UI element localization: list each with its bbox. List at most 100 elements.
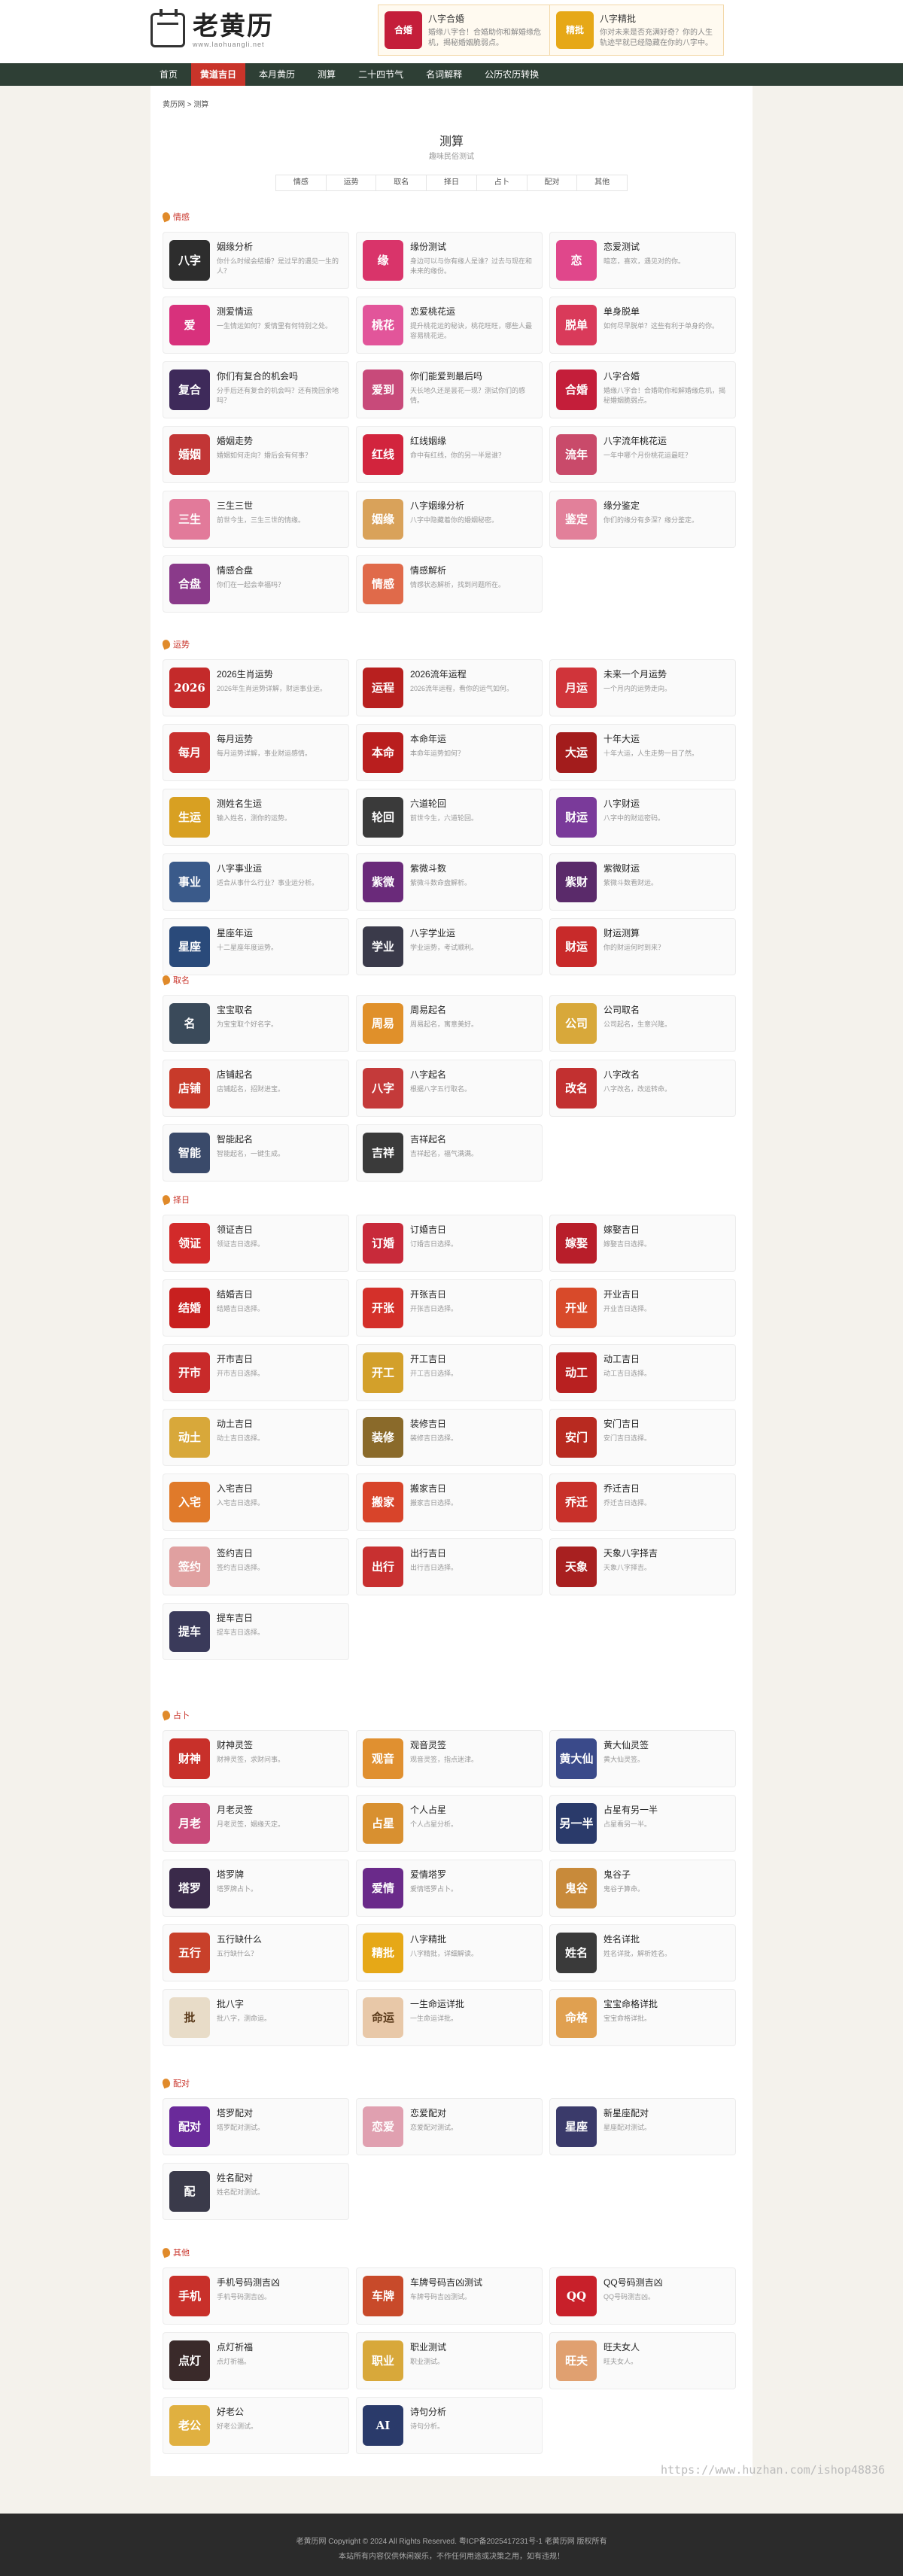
tab-1[interactable]: 运势 (327, 175, 377, 190)
card[interactable]: 配对 塔罗配对 塔罗配对测试。 (163, 2098, 349, 2155)
promo-card[interactable]: 合婚 八字合婚 婚缘八字合！合婚助你和解婚缘危机，揭秘婚姻脆弱点。 (378, 5, 552, 56)
card[interactable]: 生运 测姓名生运 输入姓名，测你的运势。 (163, 789, 349, 846)
card[interactable]: 老公 好老公 好老公测试。 (163, 2397, 349, 2454)
card[interactable]: 命运 一生命运详批 一生命运详批。 (356, 1989, 543, 2046)
card[interactable]: 搬家 搬家吉日 搬家吉日选择。 (356, 1474, 543, 1531)
card[interactable]: 吉祥 吉祥起名 吉祥起名，福气满满。 (356, 1124, 543, 1182)
card[interactable]: 动土 动土吉日 动土吉日选择。 (163, 1409, 349, 1466)
card[interactable]: 五行 五行缺什么 五行缺什么？ (163, 1924, 349, 1981)
card[interactable]: 名宝宝取名 为宝宝取个好名字。 (163, 995, 349, 1052)
card[interactable]: 黄大仙 黄大仙灵签 黄大仙灵签。 (549, 1730, 736, 1787)
card[interactable]: 订婚 订婚吉日 订婚吉日选择。 (356, 1215, 543, 1272)
card[interactable]: QQ QQ号码测吉凶 QQ号码测吉凶。 (549, 2267, 736, 2325)
card[interactable]: 命格 宝宝命格详批 宝宝命格详批。 (549, 1989, 736, 2046)
card[interactable]: 紫财 紫微财运 紫微斗数看财运。 (549, 853, 736, 911)
card[interactable]: 改名 八字改名 八字改名，改运转命。 (549, 1060, 736, 1117)
card[interactable]: 领证 领证吉日 领证吉日选择。 (163, 1215, 349, 1272)
card[interactable]: 合盘 情感合盘 你们在一起会幸福吗？ (163, 555, 349, 613)
card[interactable]: 八字 八字起名 根据八字五行取名。 (356, 1060, 543, 1117)
card[interactable]: 事业 八字事业运 适合从事什么行业？事业运分析。 (163, 853, 349, 911)
tab-5[interactable]: 配对 (528, 175, 578, 190)
card[interactable]: 八字 姻缘分析 你什么时候会结婚？是过早的遇见一生的人？ (163, 232, 349, 289)
card[interactable]: 本命 本命年运 本命年运势如何？ (356, 724, 543, 781)
card[interactable]: 点灯 点灯祈福 点灯祈福。 (163, 2332, 349, 2389)
card[interactable]: 占星 个人占星 个人占星分析。 (356, 1795, 543, 1852)
card[interactable]: 爱到 你们能爱到最后吗 天长地久还是昙花一现？测试你们的感情。 (356, 361, 543, 418)
card[interactable]: 红线 红线姻缘 命中有红线，你的另一半是谁？ (356, 426, 543, 483)
nav-item[interactable]: 黄道吉日 (191, 63, 246, 86)
card[interactable]: 财运 八字财运 八字中的财运密码。 (549, 789, 736, 846)
nav-item[interactable]: 二十四节气 (349, 63, 412, 86)
card[interactable]: 姓名 姓名详批 姓名详批，解析姓名。 (549, 1924, 736, 1981)
card[interactable]: AI 诗句分析 诗句分析。 (356, 2397, 543, 2454)
card[interactable]: 星座 新星座配对 星座配对测试。 (549, 2098, 736, 2155)
card[interactable]: 爱情 爱情塔罗 爱情塔罗占卜。 (356, 1860, 543, 1917)
card[interactable]: 鬼谷 鬼谷子 鬼谷子算命。 (549, 1860, 736, 1917)
card[interactable]: 三生 三生三世 前世今生，三生三世的情缘。 (163, 491, 349, 548)
card[interactable]: 开工 开工吉日 开工吉日选择。 (356, 1344, 543, 1401)
card[interactable]: 桃花 恋爱桃花运 提升桃花运的秘诀，桃花旺旺，哪些人最容易桃花运。 (356, 297, 543, 354)
card[interactable]: 轮回 六道轮回 前世今生，六道轮回。 (356, 789, 543, 846)
card[interactable]: 开市 开市吉日 开市吉日选择。 (163, 1344, 349, 1401)
card[interactable]: 大运 十年大运 十年大运，人生走势一目了然。 (549, 724, 736, 781)
card[interactable]: 恋恋爱测试 暗恋，喜欢，遇见对的你。 (549, 232, 736, 289)
nav-item[interactable]: 公历农历转换 (476, 63, 548, 86)
card[interactable]: 学业 八字学业运 学业运势，考试顺利。 (356, 918, 543, 975)
card[interactable]: 签约 签约吉日 签约吉日选择。 (163, 1538, 349, 1595)
card[interactable]: 出行 出行吉日 出行吉日选择。 (356, 1538, 543, 1595)
card[interactable]: 乔迁 乔迁吉日 乔迁吉日选择。 (549, 1474, 736, 1531)
tab-3[interactable]: 择日 (427, 175, 477, 190)
tab-2[interactable]: 取名 (376, 175, 427, 190)
card[interactable]: 爱测爱情运 一生情运如何？爱情里有何特别之处。 (163, 297, 349, 354)
card[interactable]: 财神 财神灵签 财神灵签，求财问事。 (163, 1730, 349, 1787)
card[interactable]: 紫微 紫微斗数 紫微斗数命盘解析。 (356, 853, 543, 911)
card[interactable]: 复合 你们有复合的机会吗 分手后还有复合的机会吗？还有挽回余地吗？ (163, 361, 349, 418)
card[interactable]: 配姓名配对 姓名配对测试。 (163, 2163, 349, 2220)
card[interactable]: 公司 公司取名 公司起名，生意兴隆。 (549, 995, 736, 1052)
card[interactable]: 合婚 八字合婚 婚缘八字合！合婚助你和解婚缘危机，揭秘婚姻脆弱点。 (549, 361, 736, 418)
card[interactable]: 职业 职业测试 职业测试。 (356, 2332, 543, 2389)
card[interactable]: 安门 安门吉日 安门吉日选择。 (549, 1409, 736, 1466)
site-logo[interactable]: 老黄历 www.laohuangli.net (150, 9, 274, 48)
card[interactable]: 财运 财运测算 你的财运何时到来？ (549, 918, 736, 975)
nav-item[interactable]: 测算 (309, 63, 345, 86)
card[interactable]: 提车 提车吉日 提车吉日选择。 (163, 1603, 349, 1660)
card[interactable]: 每月 每月运势 每月运势详解，事业财运感情。 (163, 724, 349, 781)
card[interactable]: 旺夫 旺夫女人 旺夫女人。 (549, 2332, 736, 2389)
nav-item[interactable]: 本月黄历 (250, 63, 304, 86)
nav-item[interactable]: 名词解释 (417, 63, 471, 86)
card[interactable]: 情感 情感解析 情感状态解析，找到问题所在。 (356, 555, 543, 613)
card[interactable]: 手机 手机号码测吉凶 手机号码测吉凶。 (163, 2267, 349, 2325)
tab-6[interactable]: 其他 (577, 175, 627, 190)
card[interactable]: 脱单 单身脱单 如何尽早脱单？这些有利于单身的你。 (549, 297, 736, 354)
card[interactable]: 批批八字 批八字，测命运。 (163, 1989, 349, 2046)
card[interactable]: 智能 智能起名 智能起名，一键生成。 (163, 1124, 349, 1182)
card[interactable]: 2026 2026生肖运势 2026年生肖运势详解，财运事业运。 (163, 659, 349, 716)
card[interactable]: 装修 装修吉日 装修吉日选择。 (356, 1409, 543, 1466)
card[interactable]: 鉴定 缘分鉴定 你们的缘分有多深？缘分鉴定。 (549, 491, 736, 548)
card[interactable]: 恋爱 恋爱配对 恋爱配对测试。 (356, 2098, 543, 2155)
card[interactable]: 车牌 车牌号码吉凶测试 车牌号码吉凶测试。 (356, 2267, 543, 2325)
card[interactable]: 店铺 店铺起名 店铺起名，招财进宝。 (163, 1060, 349, 1117)
card[interactable]: 流年 八字流年桃花运 一年中哪个月份桃花运最旺？ (549, 426, 736, 483)
card[interactable]: 精批 八字精批 八字精批，详细解读。 (356, 1924, 543, 1981)
nav-item[interactable]: 首页 (150, 63, 187, 86)
tab-4[interactable]: 占卜 (477, 175, 528, 190)
card[interactable]: 月老 月老灵签 月老灵签，姻缘天定。 (163, 1795, 349, 1852)
card[interactable]: 天象 天象八字择吉 天象八字择吉。 (549, 1538, 736, 1595)
card[interactable]: 婚姻 婚姻走势 婚姻如何走向？婚后会有何事？ (163, 426, 349, 483)
card[interactable]: 缘缘份测试 身边可以与你有缘人是谁？过去与现在和未来的缘份。 (356, 232, 543, 289)
card[interactable]: 嫁娶 嫁娶吉日 嫁娶吉日选择。 (549, 1215, 736, 1272)
card[interactable]: 运程 2026流年运程 2026流年运程，看你的运气如何。 (356, 659, 543, 716)
card[interactable]: 周易 周易起名 周易起名，寓意美好。 (356, 995, 543, 1052)
card[interactable]: 姻缘 八字姻缘分析 八字中隐藏着你的婚姻秘密。 (356, 491, 543, 548)
promo-card[interactable]: 精批 八字精批 你对未来是否充满好奇？你的人生轨迹早就已经隐藏在你的八字中。 (549, 5, 724, 56)
card[interactable]: 开张 开张吉日 开张吉日选择。 (356, 1279, 543, 1337)
card[interactable]: 开业 开业吉日 开业吉日选择。 (549, 1279, 736, 1337)
card[interactable]: 星座 星座年运 十二星座年度运势。 (163, 918, 349, 975)
card[interactable]: 塔罗 塔罗牌 塔罗牌占卜。 (163, 1860, 349, 1917)
card[interactable]: 另一半 占星有另一半 占星看另一半。 (549, 1795, 736, 1852)
card[interactable]: 动工 动工吉日 动工吉日选择。 (549, 1344, 736, 1401)
card[interactable]: 月运 未来一个月运势 一个月内的运势走向。 (549, 659, 736, 716)
tab-0[interactable]: 情感 (276, 175, 327, 190)
